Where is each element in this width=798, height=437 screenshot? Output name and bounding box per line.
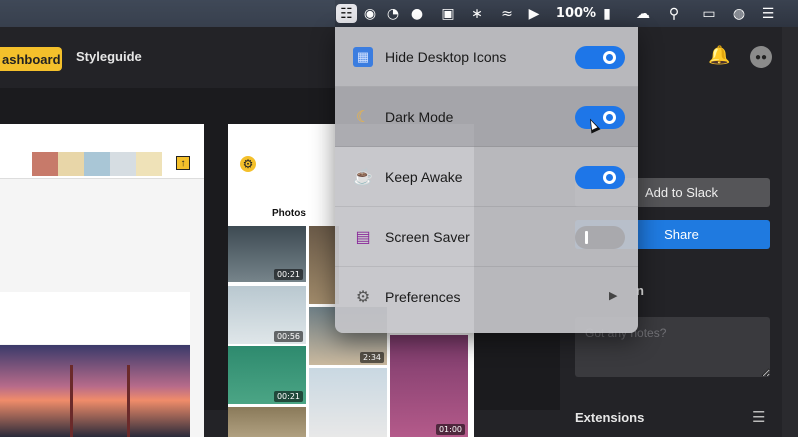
menu-bar: ☷ ◉ ◔ ● ▣ ∗ ≈ ▶ 100% ▮ ☁ ⚲ ▭ ◍ ☰ — [0, 0, 798, 27]
video-duration: 2:34 — [360, 352, 384, 363]
photos-title: Photos — [272, 208, 306, 219]
white-card — [0, 292, 190, 344]
sunset-bridge-photo — [0, 345, 190, 437]
grid-icon: ▦ — [353, 47, 373, 67]
thumbnail[interactable] — [58, 152, 84, 176]
gauge-icon[interactable]: ◔ — [384, 4, 402, 23]
artboard-header: ↑ — [0, 124, 204, 179]
creative-cloud-icon[interactable]: ☁ — [632, 4, 654, 23]
menu-item-label: Screen Saver — [385, 229, 470, 245]
share-icon[interactable]: ↑ — [176, 156, 190, 170]
video-duration: 01:00 — [435, 424, 465, 435]
record-icon[interactable]: ◉ — [362, 4, 378, 23]
video-duration: 00:21 — [273, 391, 303, 402]
menu-item-label: Keep Awake — [385, 169, 463, 185]
thumbnail[interactable] — [84, 152, 110, 176]
bell-icon[interactable]: 🔔 — [708, 45, 730, 66]
photo-bottom[interactable] — [228, 407, 306, 437]
battery-percent: 100% — [555, 6, 597, 21]
coffee-cup-icon: ☕ — [353, 169, 373, 186]
volume-icon[interactable]: ▶ — [526, 4, 542, 23]
search-icon[interactable]: ⚲ — [666, 4, 682, 23]
thumbnail-strip — [32, 152, 162, 176]
video-duration: 00:21 — [273, 269, 303, 280]
list-icon[interactable]: ☰ — [758, 4, 778, 23]
video-duration: 00:56 — [273, 331, 303, 342]
menu-item-keep-awake[interactable]: ☕ Keep Awake — [335, 147, 638, 207]
bluetooth-icon[interactable]: ∗ — [470, 4, 484, 23]
tab-styleguide[interactable]: Styleguide — [76, 49, 142, 64]
airplay-icon[interactable]: ▭ — [698, 4, 720, 23]
scrollbar[interactable] — [782, 27, 798, 437]
menu-item-screen-saver[interactable]: ▤ Screen Saver — [335, 207, 638, 267]
tomato-icon[interactable]: ● — [408, 4, 426, 23]
display-icon[interactable]: ▣ — [438, 4, 458, 23]
tab-dashboard[interactable]: ashboard — [0, 47, 62, 71]
menu-item-preferences[interactable]: ⚙ Preferences ▶ — [335, 267, 638, 327]
avatar[interactable]: ●● — [750, 46, 772, 68]
one-switch-menu: ▦ Hide Desktop Icons ☾ Dark Mode ☕ Keep … — [335, 27, 638, 333]
hide-desktop-icons-toggle[interactable] — [575, 46, 625, 69]
moon-icon: ☾ — [355, 109, 371, 126]
thumbnail[interactable] — [32, 152, 58, 176]
photo-ballet[interactable]: 01:00 — [390, 335, 468, 437]
monitor-icon: ▤ — [355, 229, 371, 246]
keep-awake-toggle[interactable] — [575, 166, 625, 189]
artboard-left: ↑ — [0, 124, 204, 437]
menu-item-label: Preferences — [385, 289, 461, 305]
menu-item-hide-desktop-icons[interactable]: ▦ Hide Desktop Icons — [335, 27, 638, 87]
siri-icon[interactable]: ◍ — [730, 4, 748, 23]
photo-hiker[interactable] — [309, 368, 387, 437]
menu-bar-background — [0, 0, 335, 27]
photo-runner[interactable]: 00:56 — [228, 286, 306, 344]
one-switch-icon[interactable]: ☷ — [336, 4, 357, 23]
thumbnail[interactable] — [110, 152, 136, 176]
gear-icon[interactable]: ⚙ — [240, 156, 256, 172]
battery-icon[interactable]: ▮ — [596, 4, 618, 23]
dark-mode-toggle[interactable] — [575, 106, 625, 129]
sliders-icon[interactable]: ☰ — [752, 408, 765, 426]
bridge-tower — [70, 365, 130, 437]
photo-tennis[interactable]: 00:21 — [228, 346, 306, 404]
wifi-icon[interactable]: ≈ — [496, 4, 518, 23]
thumbnail[interactable] — [136, 152, 162, 176]
screen-saver-toggle[interactable] — [575, 226, 625, 249]
menu-item-label: Hide Desktop Icons — [385, 49, 507, 65]
photo-swimmer[interactable]: 00:21 — [228, 226, 306, 282]
menu-item-label: Dark Mode — [385, 109, 454, 125]
extensions-label: Extensions — [575, 410, 645, 425]
gear-icon: ⚙ — [355, 289, 371, 306]
chevron-right-icon: ▶ — [609, 290, 618, 302]
